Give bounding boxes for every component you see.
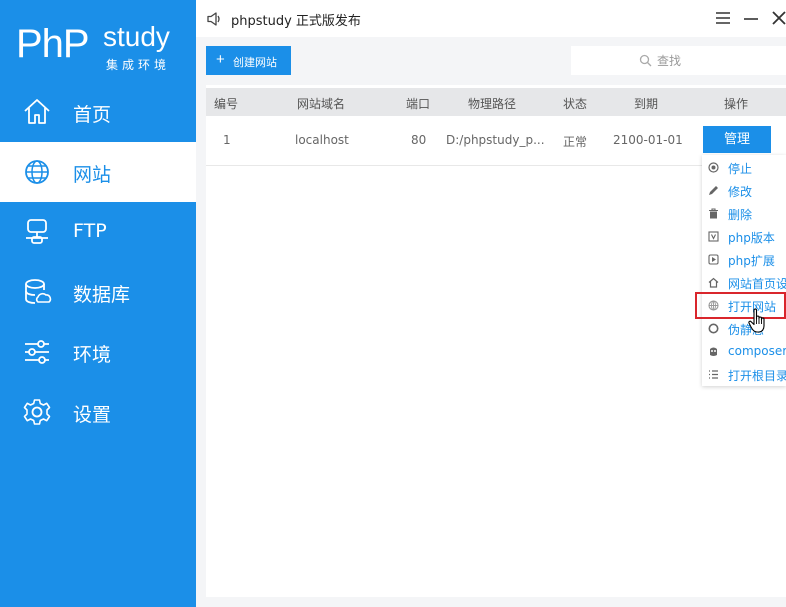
hand-cursor-icon [748,308,765,333]
search-input[interactable]: 查找 [571,46,786,75]
menu-item-label: 网站首页设置 [728,277,786,291]
column-header-expire: 到期 [634,97,659,111]
logo: PhP study 集成环境 [0,0,196,82]
sidebar-item-label: 网站 [73,164,112,186]
logo-subtitle: 集成环境 [106,58,171,72]
gear-icon [23,399,51,425]
menu-item-label: 停止 [728,162,753,176]
menu-item-label: 打开根目录 [728,369,786,383]
list-icon [709,370,718,379]
announcement-text[interactable]: phpstudy 正式版发布 [231,10,361,29]
menu-item-composer[interactable]: composer [702,340,786,363]
sidebar-item-ftp[interactable]: FTP [0,202,196,262]
table-header: 编号 网站域名 端口 物理路径 状态 到期 操作 [206,88,786,116]
manage-dropdown-menu: 停止 修改 删除 php版本 php扩展 网站首页设置 打开网站 伪静态 com… [702,155,786,386]
trash-icon [709,208,718,219]
menu-item-label: 修改 [728,185,753,199]
table-row[interactable]: 1 localhost 80 D:/phpstudy_p... 正常 2100-… [206,116,786,166]
stop-icon [708,162,719,173]
cell-path: D:/phpstudy_p... [446,133,545,147]
create-website-button[interactable]: + 创建网站 [206,46,291,75]
php-version-icon [708,231,719,242]
create-website-label: 创建网站 [233,57,277,69]
logo-study: study [103,21,170,52]
cell-port: 80 [411,133,427,147]
home-icon [708,277,719,288]
menu-item-homepage-settings[interactable]: 网站首页设置 [702,271,786,294]
column-header-id: 编号 [214,97,239,111]
close-icon[interactable] [770,9,786,27]
sidebar-item-label: 设置 [73,404,112,426]
title-bar: phpstudy 正式版发布 [196,0,786,37]
rewrite-icon [708,323,719,334]
column-header-status: 状态 [563,97,588,111]
search-icon [639,54,652,67]
sidebar-item-home[interactable]: 首页 [0,82,196,142]
menu-item-php-extension[interactable]: php扩展 [702,248,786,271]
php-extension-icon [708,254,719,265]
composer-icon [710,347,717,356]
menu-item-stop[interactable]: 停止 [702,156,786,179]
menu-item-label: php扩展 [728,254,775,268]
highlight-box [695,292,786,319]
menu-item-label: 删除 [728,208,753,222]
logo-php: PhP [16,22,90,66]
column-header-port: 端口 [406,97,431,111]
cell-status: 正常 [563,135,588,149]
menu-icon[interactable] [714,9,732,27]
column-header-domain: 网站域名 [297,97,346,111]
ftp-server-icon [26,219,48,244]
sidebar-item-label: FTP [73,220,107,242]
speaker-icon [207,12,220,26]
menu-item-delete[interactable]: 删除 [702,202,786,225]
column-header-action: 操作 [724,97,749,111]
sidebar-item-website[interactable]: 网站 [0,142,196,202]
home-icon [24,99,50,124]
pencil-icon [709,186,718,195]
column-header-path: 物理路径 [468,97,517,111]
globe-icon [25,160,49,184]
search-placeholder: 查找 [657,54,682,68]
sidebar-item-label: 数据库 [73,284,131,306]
cell-id: 1 [223,133,231,147]
minimize-icon[interactable] [742,9,760,27]
sidebar-item-label: 环境 [73,344,112,366]
sidebar-item-label: 首页 [73,104,112,126]
cell-expire: 2100-01-01 [613,133,683,147]
menu-item-open-root[interactable]: 打开根目录 [702,363,786,386]
menu-item-label: php版本 [728,231,775,245]
cell-domain: localhost [295,133,349,147]
manage-button[interactable]: 管理 [703,126,771,153]
menu-item-label: composer [728,344,786,358]
sidebar: PhP study 集成环境 首页 网站 FTP 数据库 环境 设置 [0,0,196,607]
sidebar-item-settings[interactable]: 设置 [0,382,196,442]
menu-item-rewrite[interactable]: 伪静态 [702,317,786,340]
menu-item-edit[interactable]: 修改 [702,179,786,202]
menu-item-php-version[interactable]: php版本 [702,225,786,248]
sidebar-item-database[interactable]: 数据库 [0,262,196,322]
plus-icon: + [216,51,225,68]
sidebar-item-environment[interactable]: 环境 [0,322,196,382]
sliders-icon [25,340,49,364]
database-icon [25,279,52,304]
